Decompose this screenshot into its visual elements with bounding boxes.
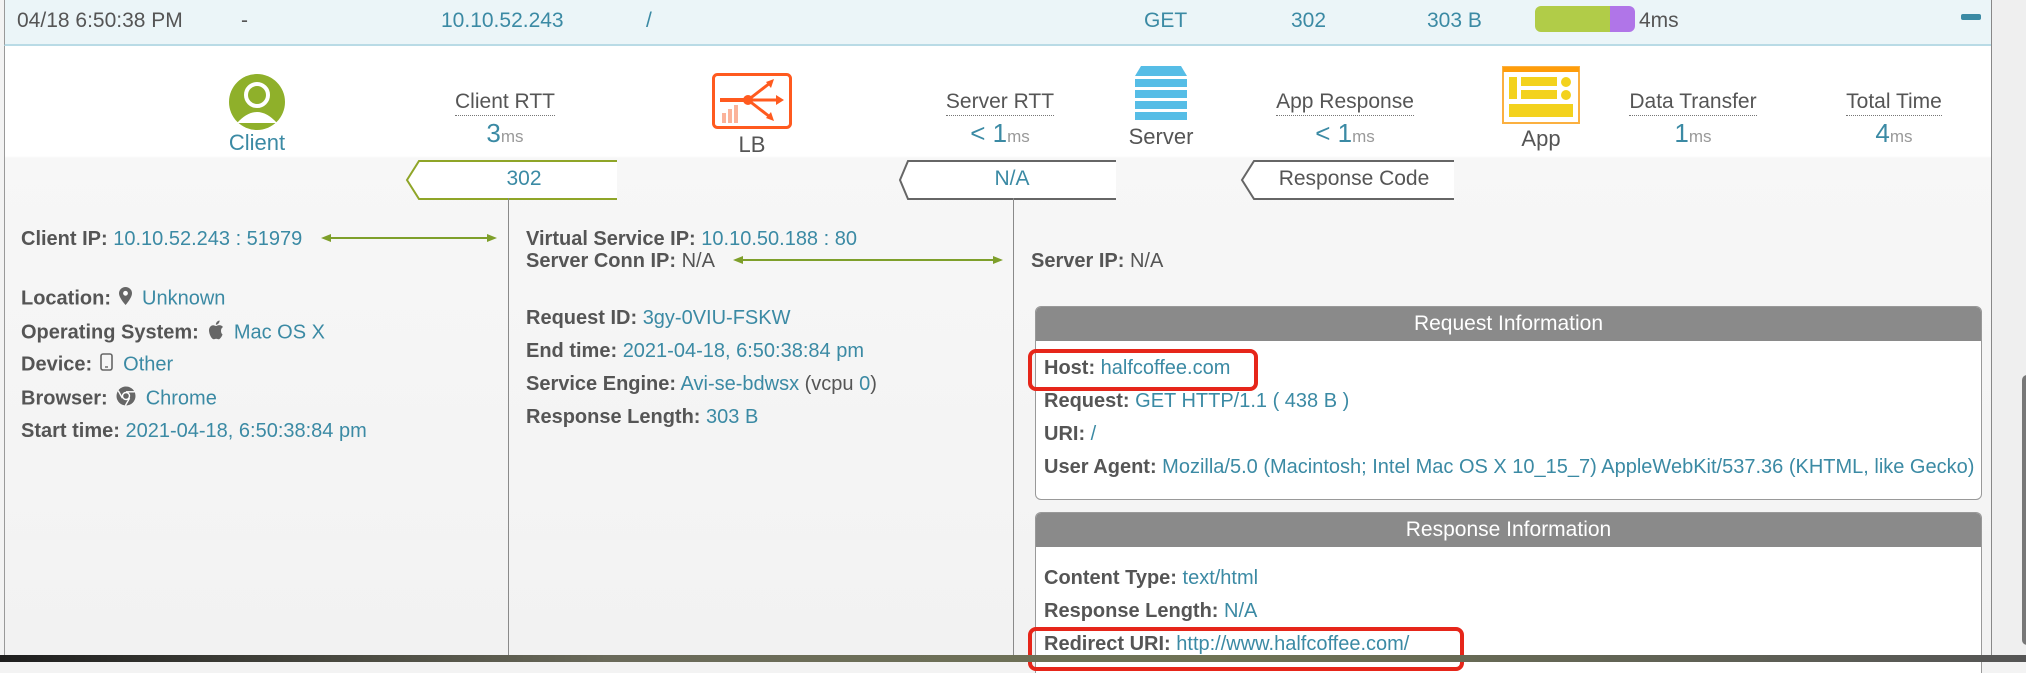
chrome-icon [116,386,136,412]
uri-field: URI: / [1044,423,1097,445]
response-length-field: Response Length: 303 B [526,406,759,428]
log-size: 303 B [1427,9,1482,32]
request-id-field: Request ID: 3gy-0VIU-FSKW [526,307,791,329]
service-engine-value[interactable]: Avi-se-bdwsx [681,373,800,395]
end-time-value: 2021-04-18, 6:50:38:84 pm [622,340,864,362]
scrollbar-thumb[interactable] [2022,375,2026,645]
response-length-value: 303 B [706,406,759,428]
app-window-icon [1502,66,1580,124]
start-time-field: Start time: 2021-04-18, 6:50:38:84 pm [21,420,367,442]
log-method: GET [1144,9,1188,32]
browser-value: Chrome [145,387,217,410]
metric-client-rtt: Client RTT 3ms [455,90,555,148]
server-status-tag: N/A [894,160,1116,200]
metric-server-rtt: Server RTT < 1ms [945,90,1055,148]
server-conn-ip-field: Server Conn IP: N/A [526,250,715,272]
timing-bar-transfer-segment [1610,6,1635,32]
log-detail-panel: Client Client RTT 3ms LB Server RTT < 1m… [4,46,1992,673]
metric-value: 4 [1875,118,1890,148]
virtual-service-ip-field: Virtual Service IP: 10.10.50.188 : 80 [526,228,857,250]
response-code-tag: Response Code [1236,160,1454,200]
metric-title: Server RTT [945,90,1055,116]
request-field: Request: GET HTTP/1.1 ( 438 B ) [1044,390,1350,412]
node-label-server: Server [1128,124,1194,149]
column-divider [508,198,509,662]
request-value: GET HTTP/1.1 ( 438 B ) [1135,390,1350,412]
metric-total-time: Total Time 4ms [1846,90,1942,148]
response-information-title: Response Information [1036,513,1981,547]
node-label-client: Client [228,130,286,155]
response-length-field: Response Length: N/A [1044,600,1258,622]
column-divider [1013,198,1014,662]
log-timestamp: 04/18 6:50:38 PM [17,9,183,32]
metric-title: Total Time [1846,90,1942,116]
log-client-ip[interactable]: 10.10.52.243 [441,9,564,33]
metric-value: 1 [992,118,1008,148]
device-value: Other [123,353,174,376]
highlight-host-annotation [1028,349,1258,391]
timing-bar-client-segment [1535,6,1610,32]
metric-title: App Response [1276,90,1414,116]
log-status: 302 [1291,9,1327,32]
metric-data-transfer: Data Transfer 1ms [1629,90,1757,148]
log-dash: - [241,9,248,32]
end-time-field: End time: 2021-04-18, 6:50:38:84 pm [526,340,864,362]
client-ip-field: Client IP: 10.10.52.243 : 51979 [21,228,303,250]
highlight-redirect-annotation [1028,627,1464,671]
apple-icon [207,320,224,346]
metric-title: Client RTT [455,90,555,116]
request-id-value: 3gy-0VIU-FSKW [642,307,791,329]
server-ip-field: Server IP: N/A [1031,250,1164,272]
os-field: Operating System: Mac OS X [21,320,325,346]
os-value: Mac OS X [233,321,325,344]
load-balancer-icon [712,73,792,129]
metric-value: 3 [486,118,501,148]
double-arrow-icon [321,234,497,242]
request-information-title: Request Information [1036,307,1981,341]
timing-bar [1535,6,1635,32]
content-type-field: Content Type: text/html [1044,567,1259,589]
collapse-minus-icon[interactable] [1961,14,1981,20]
client-ip-value: 10.10.52.243 : 51979 [113,228,303,250]
log-uri[interactable]: / [646,9,652,33]
server-conn-ip-value: N/A [681,250,715,272]
start-time-value: 2021-04-18, 6:50:38:84 pm [125,420,367,442]
tag-text: 302 [506,167,542,190]
user-circle-icon [229,74,285,130]
double-arrow-icon [733,256,1003,264]
user-agent-field: User Agent: Mozilla/5.0 (Macintosh; Inte… [1044,456,1975,478]
mobile-device-icon [100,353,113,377]
scrollbar-track[interactable] [1991,0,2026,662]
user-agent-value: Mozilla/5.0 (Macintosh; Intel Mac OS X 1… [1162,456,1975,478]
log-entry-row[interactable]: 04/18 6:50:38 PM - 10.10.52.243 / GET 30… [4,0,1991,46]
server-stack-icon [1135,66,1187,120]
device-field: Device: Other [21,353,174,377]
content-type-value: text/html [1182,567,1259,589]
virtual-service-ip-value: 10.10.50.188 : 80 [701,228,857,250]
metric-title: Data Transfer [1629,90,1757,116]
request-information-box: Request Information Host: halfcoffee.com… [1035,306,1982,500]
uri-value: / [1090,423,1097,445]
tag-text: Response Code [1278,167,1430,190]
vcpu-value: 0 [859,373,871,395]
response-length-value: N/A [1224,600,1258,622]
metric-value: 1 [1674,118,1689,148]
tag-text: N/A [994,167,1030,190]
node-label-app: App [1521,126,1561,151]
service-engine-field: Service Engine: Avi-se-bdwsx (vcpu 0) [526,373,877,395]
location-field: Location: Unknown [21,287,226,311]
node-label-lb: LB [738,132,766,157]
metric-value: 1 [1337,118,1353,148]
log-total-time: 4ms [1639,9,1679,32]
server-ip-value: N/A [1129,250,1164,272]
status-code-tag: 302 [401,160,617,200]
metric-app-response: App Response < 1ms [1276,90,1414,148]
request-flow-diagram: Client Client RTT 3ms LB Server RTT < 1m… [5,46,1991,157]
browser-field: Browser: Chrome [21,386,217,412]
map-pin-icon [119,287,132,311]
location-value: Unknown [142,287,226,310]
window-bottom-edge [0,655,2026,662]
